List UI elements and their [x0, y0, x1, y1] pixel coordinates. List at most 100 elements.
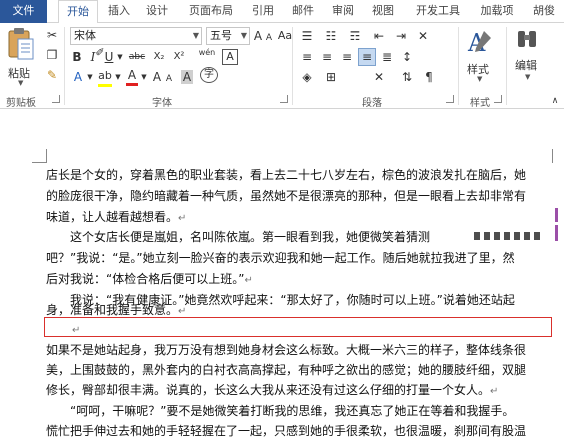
increase-indent-icon[interactable]: ⇥ — [392, 28, 410, 44]
chevron-down-icon[interactable]: ▼ — [140, 69, 148, 85]
tab-mailings[interactable]: 邮件 — [286, 0, 320, 23]
strikethrough-icon[interactable]: abc — [126, 49, 148, 65]
doc-line: 的脸庞很干净，隐约暗藏着一种气质，虽然她不是很漂亮的那种，但是一眼看上去却非常有 — [46, 189, 527, 203]
styles-launcher-icon[interactable] — [494, 95, 502, 103]
tab-file[interactable]: 文件 — [0, 0, 47, 23]
align-center-icon[interactable]: ≡ — [318, 49, 336, 65]
styles-icon: A — [467, 29, 491, 57]
tab-developer[interactable]: 开发工具 — [408, 0, 468, 23]
tab-addins[interactable]: 加载项 — [474, 0, 520, 23]
format-painter-icon[interactable]: ✎ — [44, 67, 60, 83]
group-divider — [64, 27, 65, 105]
font-launcher-icon[interactable] — [280, 95, 288, 103]
show-marks-icon[interactable]: ¶ — [420, 69, 438, 85]
grow-font-icon-2[interactable]: A — [150, 69, 164, 85]
numbering-icon[interactable]: ☷ — [322, 28, 340, 44]
sort-icon[interactable]: ⇅ — [398, 69, 416, 85]
doc-line: 修长，臀部却很丰满。说真的，长这么大我从来还没有过这么仔细的打量一个女人。↵ — [46, 383, 499, 397]
chevron-down-icon[interactable]: ▼ — [525, 73, 530, 81]
bold-icon[interactable]: B — [70, 49, 84, 65]
tab-view[interactable]: 视图 — [366, 0, 400, 23]
highlight-icon[interactable]: ab — [96, 67, 114, 87]
font-name-combo[interactable]: 宋体 ▼ — [70, 27, 202, 45]
chevron-down-icon[interactable]: ▼ — [193, 28, 199, 44]
tab-home[interactable]: 开始 — [58, 0, 98, 24]
tab-references[interactable]: 引用 — [246, 0, 280, 23]
clipboard-launcher-icon[interactable] — [52, 95, 60, 103]
paragraph-mark-icon: ↵ — [178, 306, 187, 317]
enclose-characters-icon[interactable]: 字 — [200, 67, 218, 83]
editing-button[interactable]: 编辑 ▼ — [512, 27, 552, 89]
character-border-icon[interactable]: A — [222, 49, 238, 65]
borders-icon[interactable]: ⊞ — [322, 69, 340, 85]
shrink-font-icon[interactable]: A — [264, 30, 274, 46]
highlight-box — [44, 317, 552, 337]
bullets-icon[interactable]: ☰ — [298, 28, 316, 44]
multilevel-list-icon[interactable]: ☶ — [346, 28, 364, 44]
chevron-down-icon[interactable]: ▼ — [116, 49, 124, 65]
decrease-indent-icon[interactable]: ⇤ — [370, 28, 388, 44]
pinyin-guide-icon[interactable]: wén — [196, 45, 218, 61]
align-right-icon[interactable]: ≡ — [338, 49, 356, 65]
tab-page-layout[interactable]: 页面布局 — [180, 0, 242, 23]
editing-label: 编辑 — [515, 59, 537, 72]
binoculars-icon — [518, 31, 536, 47]
margin-mark — [46, 149, 47, 163]
paste-icon — [8, 28, 34, 60]
chevron-down-icon[interactable]: ▼ — [114, 69, 122, 85]
char-shading-icon[interactable]: A — [178, 69, 196, 85]
doc-line: “呵呵，干嘛呢？”要不是她微笑着打断我的思维，我还真忘了她正在等着和我握手。 — [46, 404, 515, 418]
margin-mark — [552, 149, 553, 163]
asian-typography-icon[interactable]: ✕ — [370, 69, 388, 85]
chevron-down-icon[interactable]: ▼ — [241, 28, 247, 44]
paragraph-mark-icon: ↵ — [178, 213, 187, 224]
selection-marker — [555, 208, 558, 222]
font-size-combo[interactable]: 五号 ▼ — [206, 27, 250, 45]
underline-icon[interactable]: U — [102, 49, 116, 65]
superscript-icon[interactable]: X² — [170, 49, 188, 65]
shrink-font-icon-2[interactable]: A — [164, 71, 174, 87]
paragraph-mark-icon: ↵ — [490, 386, 499, 397]
subscript-icon[interactable]: X₂ — [150, 49, 168, 65]
account-name[interactable]: 胡俊 — [526, 0, 562, 23]
ribbon: 粘贴 ▼ ✂ ❐ ✎ 剪贴板 宋体 ▼ 五号 ▼ A A Aa ✐ B I U … — [0, 23, 564, 109]
collapse-ribbon-icon[interactable]: ∧ — [548, 93, 562, 109]
chevron-down-icon[interactable]: ▼ — [477, 75, 482, 83]
tab-design[interactable]: 设计 — [140, 0, 174, 23]
paragraph-launcher-icon[interactable] — [446, 95, 454, 103]
font-size-value: 五号 — [210, 29, 232, 42]
paragraph-mark-icon: ↵ — [244, 275, 253, 286]
line-spacing-icon[interactable]: ↕ — [398, 49, 416, 65]
chinese-layout-icon[interactable]: ✕ — [414, 28, 432, 44]
font-group-label: 字体 — [152, 98, 172, 109]
font-color-icon[interactable]: A — [124, 67, 140, 86]
copy-icon[interactable]: ❐ — [44, 47, 60, 63]
paste-dropdown-icon[interactable]: ▼ — [18, 79, 23, 87]
cut-icon[interactable]: ✂ — [44, 27, 60, 43]
clipboard-group-label: 剪贴板 — [6, 98, 36, 109]
styles-button[interactable]: A 样式 ▼ — [464, 27, 500, 89]
justify-icon[interactable]: ≡ — [358, 48, 376, 66]
group-divider — [458, 27, 459, 105]
margin-mark — [32, 162, 46, 163]
tab-insert[interactable]: 插入 — [102, 0, 136, 23]
doc-line: 美，上围鼓鼓的，黑外套内的白衬衣高高撑起，有种呼之欲出的感觉；她的腰肢纤细，双腿 — [46, 363, 527, 377]
italic-icon[interactable]: I — [86, 49, 100, 65]
doc-line: 店长是个女的，穿着黑色的职业套装，看上去二十七八岁左右，棕色的波浪发扎在脑后，她 — [46, 168, 527, 182]
doc-line: 如果不是她站起身，我万万没有想到她身材会这么标致。大概一米六三的样子，整体线条很 — [46, 343, 527, 357]
text-effects-icon[interactable]: A — [70, 69, 86, 85]
align-left-icon[interactable]: ≡ — [298, 49, 316, 65]
shading-icon[interactable]: ◈ — [298, 69, 316, 85]
selection-marker — [555, 225, 558, 241]
ribbon-tab-bar: 文件 开始 插入 设计 页面布局 引用 邮件 审阅 视图 开发工具 加载项 胡俊 — [0, 0, 564, 24]
redaction-scribble — [474, 232, 544, 240]
doc-line: 吧？”我说：“是。”她立刻一脸兴奋的表示欢迎我和她一起工作。随后她就拉我进了里，… — [46, 251, 515, 265]
chevron-down-icon[interactable]: ▼ — [86, 69, 94, 85]
styles-group-label: 样式 — [470, 98, 490, 109]
paragraph-group-label: 段落 — [362, 98, 382, 109]
group-divider — [506, 27, 507, 105]
distributed-icon[interactable]: ≣ — [378, 49, 396, 65]
paste-button[interactable]: 粘贴 ▼ — [6, 27, 40, 87]
tab-review[interactable]: 审阅 — [326, 0, 360, 23]
grow-font-icon[interactable]: A — [252, 28, 264, 44]
